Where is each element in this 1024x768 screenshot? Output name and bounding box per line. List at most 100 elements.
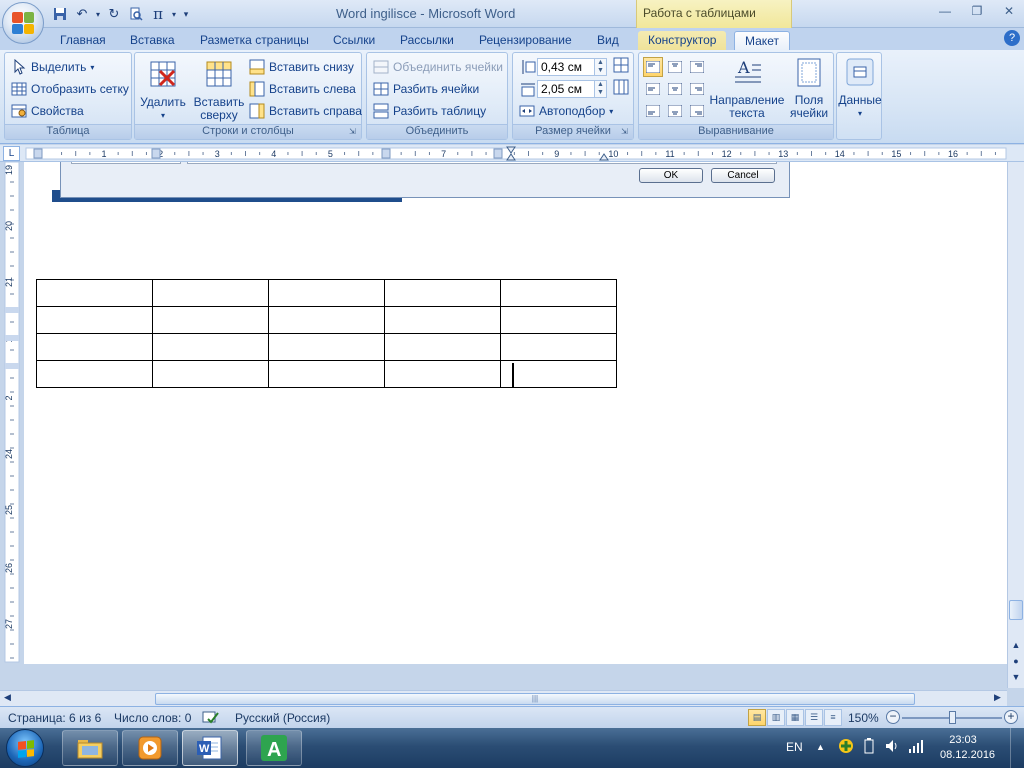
align-top-center-icon[interactable] — [665, 57, 685, 77]
taskbar-explorer[interactable] — [62, 730, 118, 766]
network-icon[interactable] — [908, 738, 924, 757]
taskbar-word[interactable]: W — [182, 730, 238, 766]
equation-dropdown-icon[interactable]: ▾ — [170, 4, 178, 24]
undo-dropdown-icon[interactable]: ▾ — [94, 4, 102, 24]
table-cell[interactable] — [500, 333, 617, 361]
split-cells-button[interactable]: Разбить ячейки — [373, 79, 479, 99]
select-button[interactable]: Выделить ▾ — [11, 57, 94, 77]
delete-button[interactable]: Удалить ▾ — [139, 59, 187, 122]
merge-cells-button[interactable]: Объединить ячейки — [373, 57, 503, 77]
align-top-left-icon[interactable] — [643, 57, 663, 77]
zoom-out-icon[interactable]: − — [886, 710, 900, 724]
redo-icon[interactable]: ↻ — [104, 4, 124, 24]
ok-button[interactable]: OK — [639, 168, 703, 183]
tab-view[interactable]: Вид — [597, 31, 619, 50]
cell-margins-button[interactable]: Поля ячейки — [787, 57, 831, 120]
office-button[interactable] — [2, 2, 44, 44]
table-cell[interactable] — [36, 360, 153, 388]
help-icon[interactable]: ? — [1004, 30, 1020, 46]
start-button[interactable] — [6, 729, 44, 767]
horizontal-scrollbar[interactable]: ◀ ||| ▶ — [0, 690, 1007, 706]
show-gridlines-button[interactable]: Отобразить сетку — [11, 79, 129, 99]
table-cell[interactable] — [36, 306, 153, 334]
insert-above-button[interactable]: Вставить сверху — [191, 59, 247, 122]
input-language[interactable]: EN — [786, 740, 803, 754]
taskbar-app-a[interactable]: A — [246, 730, 302, 766]
taskbar-media-player[interactable] — [122, 730, 178, 766]
align-middle-right-icon[interactable] — [687, 79, 707, 99]
show-hidden-icons-icon[interactable]: ▲ — [816, 742, 825, 752]
table-cell[interactable] — [384, 360, 501, 388]
table-cell[interactable] — [500, 360, 617, 388]
document-page[interactable]: OK Cancel — [24, 162, 1007, 664]
table-cell[interactable] — [384, 306, 501, 334]
document-table[interactable] — [36, 279, 617, 388]
align-middle-center-icon[interactable] — [665, 79, 685, 99]
row-height-input[interactable] — [537, 58, 595, 76]
dialog-launcher-icon[interactable]: ⇲ — [349, 127, 359, 137]
dialog-launcher-icon[interactable]: ⇲ — [621, 127, 631, 137]
split-table-button[interactable]: Разбить таблицу — [373, 101, 486, 121]
horizontal-scroll-thumb[interactable]: ||| — [155, 693, 915, 705]
align-top-right-icon[interactable] — [687, 57, 707, 77]
vertical-ruler[interactable]: 1920211224252627 — [0, 162, 24, 664]
properties-button[interactable]: Свойства — [11, 101, 84, 121]
horizontal-ruler[interactable]: L 12345678910111213141516 — [0, 145, 1024, 162]
insert-left-button[interactable]: Вставить слева — [249, 79, 356, 99]
table-cell[interactable] — [152, 279, 269, 307]
next-page-icon[interactable]: ▼ — [1010, 672, 1022, 682]
tab-design[interactable]: Конструктор — [638, 31, 727, 50]
table-cell[interactable] — [268, 306, 385, 334]
equation-icon[interactable]: π — [148, 4, 168, 24]
spelling-check-icon[interactable] — [202, 711, 220, 728]
align-bottom-right-icon[interactable] — [687, 101, 707, 121]
tab-mailings[interactable]: Рассылки — [400, 31, 454, 50]
scroll-right-icon[interactable]: ▶ — [994, 692, 1001, 703]
align-middle-left-icon[interactable] — [643, 79, 663, 99]
table-cell[interactable] — [384, 279, 501, 307]
tab-home[interactable]: Главная — [60, 31, 106, 50]
data-button[interactable]: Данные ▾ — [837, 57, 883, 120]
show-desktop-button[interactable] — [1010, 728, 1024, 768]
system-clock[interactable]: 23:03 08.12.2016 — [940, 733, 995, 763]
save-icon[interactable] — [50, 4, 70, 24]
page-count[interactable]: Страница: 6 из 6 — [8, 711, 101, 725]
full-screen-reading-icon[interactable]: ▥ — [767, 709, 785, 726]
distribute-columns-icon[interactable] — [613, 79, 629, 98]
tab-review[interactable]: Рецензирование — [479, 31, 572, 50]
row-height-spinner[interactable]: ▲▼ — [519, 57, 607, 77]
insert-below-button[interactable]: Вставить снизу — [249, 57, 354, 77]
print-preview-icon[interactable] — [126, 4, 146, 24]
cancel-button[interactable]: Cancel — [711, 168, 775, 183]
power-icon[interactable] — [862, 738, 876, 757]
tab-selector-icon[interactable]: L — [3, 146, 20, 161]
table-cell[interactable] — [36, 279, 153, 307]
table-cell[interactable] — [500, 306, 617, 334]
volume-icon[interactable] — [884, 738, 900, 757]
table-cell[interactable] — [268, 333, 385, 361]
distribute-rows-icon[interactable] — [613, 57, 629, 76]
table-cell[interactable] — [268, 360, 385, 388]
close-icon[interactable]: ✕ — [998, 2, 1020, 20]
zoom-slider-thumb[interactable] — [949, 711, 956, 724]
autofit-button[interactable]: Автоподбор ▾ — [519, 101, 613, 121]
tab-page-layout[interactable]: Разметка страницы — [200, 31, 309, 50]
scroll-left-icon[interactable]: ◀ — [4, 692, 11, 703]
tab-references[interactable]: Ссылки — [333, 31, 375, 50]
column-width-spinner[interactable]: ▲▼ — [519, 79, 607, 99]
zoom-level[interactable]: 150% — [848, 711, 879, 725]
align-bottom-center-icon[interactable] — [665, 101, 685, 121]
tab-insert[interactable]: Вставка — [130, 31, 175, 50]
restore-icon[interactable]: ❐ — [966, 2, 988, 20]
table-cell[interactable] — [152, 306, 269, 334]
vertical-scroll-thumb[interactable] — [1009, 600, 1023, 620]
column-width-input[interactable] — [537, 80, 595, 98]
text-direction-button[interactable]: A Направление текста — [709, 57, 785, 120]
minimize-icon[interactable]: — — [934, 2, 956, 20]
tab-layout[interactable]: Макет — [734, 31, 790, 50]
previous-page-icon[interactable]: ▲ — [1010, 640, 1022, 650]
tray-app-icon[interactable] — [838, 738, 854, 757]
table-cell[interactable] — [384, 333, 501, 361]
web-layout-icon[interactable]: ▦ — [786, 709, 804, 726]
draft-icon[interactable]: ≡ — [824, 709, 842, 726]
